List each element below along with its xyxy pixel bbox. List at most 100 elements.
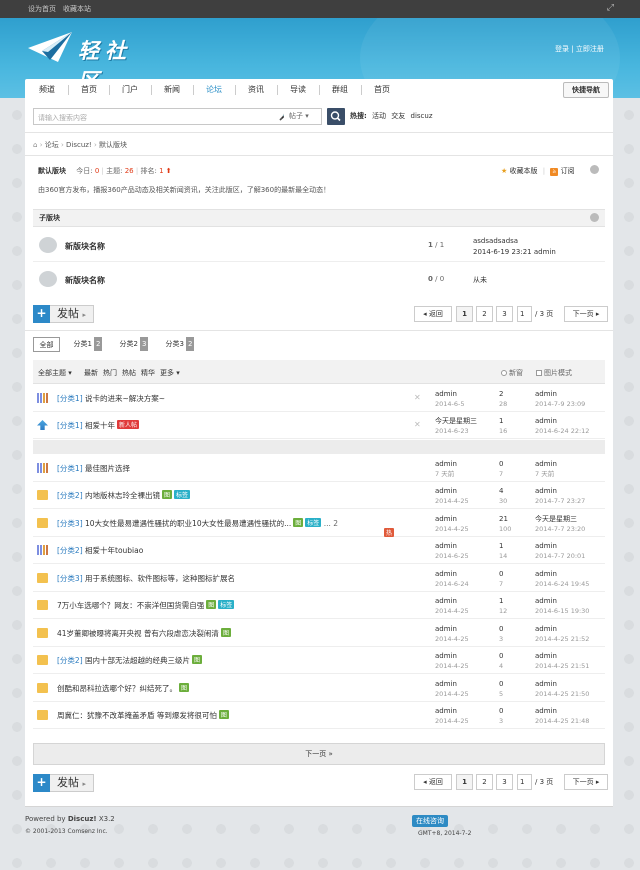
thread-last-post[interactable]: admin 2014-6-24 19:45 <box>535 569 589 589</box>
register-link[interactable]: 立即注册 <box>576 45 604 53</box>
thread-author[interactable]: admin 2014-4-25 <box>435 596 469 616</box>
thread-row[interactable]: 7万小车选哪个？网友：不崇洋但国货需自强图标签 admin 2014-4-25 1 12… <box>33 592 605 619</box>
close-icon[interactable]: ✕ <box>414 393 421 402</box>
thread-author[interactable]: admin 2014-6-25 <box>435 541 469 561</box>
thread-last-post[interactable]: admin 2014-7-9 23:09 <box>535 389 585 409</box>
favorite-forum-link[interactable]: 收藏本版 <box>510 167 538 175</box>
subforum-name[interactable]: 新版块名称 <box>65 241 105 252</box>
thread-title-text[interactable]: 相爱十年 <box>85 421 115 430</box>
thread-last-post[interactable]: admin 7 天前 <box>535 459 557 479</box>
thread-author[interactable]: admin 2014-4-25 <box>435 624 469 644</box>
online-consult-button[interactable]: 在线咨询 <box>412 815 448 827</box>
tab-all[interactable]: 全部 <box>33 337 60 352</box>
site-logo[interactable]: 轻社区 <box>28 32 158 93</box>
thread-author[interactable]: admin 2014-4-25 <box>435 651 469 671</box>
thread-page-links[interactable]: ... 2 <box>324 519 338 528</box>
thread-category[interactable]: [分类2] <box>57 491 83 500</box>
thread-title[interactable]: 41岁董卿被曝将离开央视 曾有六段虐恋决裂闹清图 <box>57 628 231 639</box>
pager-page[interactable]: 3 <box>496 306 513 322</box>
load-next-page-button[interactable]: 下一页 » <box>33 743 605 765</box>
bookmark-link[interactable]: 收藏本站 <box>63 4 91 14</box>
thread-last-post[interactable]: admin 2014-7-7 20:01 <box>535 541 585 561</box>
thread-category[interactable]: [分类3] <box>57 574 83 583</box>
pager-page[interactable]: 1 <box>456 774 473 790</box>
thread-row[interactable]: [分类1] 最佳图片选择 admin 7 天前 0 7 admin 7 天前 <box>33 455 605 482</box>
pager-page[interactable]: 3 <box>496 774 513 790</box>
nav-item-portal[interactable]: 门户 <box>112 79 148 101</box>
nav-item-info[interactable]: 资讯 <box>238 79 274 101</box>
subforum-row[interactable]: 新版块名称 1 / 1 asdsadsadsa 2014-6-19 23:21 a… <box>33 230 605 262</box>
new-post-button[interactable]: + 发帖 ▸ <box>33 305 94 323</box>
nav-item-news[interactable]: 新闻 <box>154 79 190 101</box>
thread-author[interactable]: admin 7 天前 <box>435 459 457 479</box>
thread-row[interactable]: [分类3] 10大女性最易遭遇性骚扰的职业10大女性最易遭遇性骚扰的... 热 图标… <box>33 510 605 537</box>
new-post-button[interactable]: + 发帖 ▸ <box>33 774 94 792</box>
login-link[interactable]: 登录 <box>555 45 569 53</box>
home-icon[interactable]: ⌂ <box>33 141 37 149</box>
thread-last-post[interactable]: admin 2014-6-24 22:12 <box>535 416 589 436</box>
thread-author[interactable]: admin 2014-6-24 <box>435 569 469 589</box>
thread-title-text[interactable]: 内地版林志玲全裸出镜 <box>85 491 160 500</box>
thread-title[interactable]: [分类3] 用于系统图标、软件图标等，这种图标扩展名 <box>57 573 235 584</box>
thread-title[interactable]: [分类2] 相爱十年toubiao <box>57 545 143 556</box>
thread-title[interactable]: [分类2] 内地版林志玲全裸出镜图标签 <box>57 490 191 501</box>
search-button[interactable] <box>327 108 345 125</box>
tab-category-2[interactable]: 分类2 3 <box>113 337 155 352</box>
thread-title-text[interactable]: 41岁董卿被曝将离开央视 曾有六段虐恋决裂闹清 <box>57 629 219 638</box>
new-window-checkbox[interactable]: 新窗 <box>501 368 523 378</box>
thread-last-post[interactable]: admin 2014-4-25 21:51 <box>535 651 589 671</box>
thread-row[interactable]: [分类1] 说卡的进来~解决方案~ ✕ admin 2014-6-5 2 28 admin 2… <box>33 385 605 412</box>
thread-last-post[interactable]: admin 2014-6-15 19:30 <box>535 596 589 616</box>
collapse-icon[interactable] <box>590 165 599 174</box>
pager-prev[interactable]: ◂ 返回 <box>414 774 452 790</box>
nav-item-guide[interactable]: 导读 <box>280 79 316 101</box>
hot-search-item[interactable]: discuz <box>411 112 433 120</box>
breadcrumb-item[interactable]: Discuz! <box>66 141 92 149</box>
thread-category[interactable]: [分类1] <box>57 464 83 473</box>
thread-row[interactable]: [分类2] 相爱十年toubiao admin 2014-6-25 1 14 admin 2… <box>33 537 605 564</box>
filter-digest[interactable]: 精华 <box>141 368 155 378</box>
pager-input[interactable]: 1 <box>517 774 532 790</box>
thread-author[interactable]: 今天是星期三 2014-6-23 <box>435 416 477 436</box>
pager-page[interactable]: 2 <box>476 306 493 322</box>
thread-title[interactable]: [分类2] 国内十部无法超越的经典三级片图 <box>57 655 203 666</box>
thread-title[interactable]: 创酷和昂科拉选哪个好？纠结死了。图 <box>57 683 190 694</box>
tab-category-1[interactable]: 分类1 2 <box>67 337 109 352</box>
subforum-name[interactable]: 新版块名称 <box>65 275 105 286</box>
thread-title-text[interactable]: 说卡的进来~解决方案~ <box>85 394 165 403</box>
search-type-select[interactable]: 帖子 ▾ <box>284 108 322 125</box>
subforum-row[interactable]: 新版块名称 0 / 0 从未 <box>33 264 605 296</box>
quick-nav-button[interactable]: 快捷导航 <box>563 82 609 98</box>
thread-category[interactable]: [分类2] <box>57 656 83 665</box>
filter-more-dropdown[interactable]: 更多 ▾ <box>160 368 180 378</box>
thread-title[interactable]: [分类3] 10大女性最易遭遇性骚扰的职业10大女性最易遭遇性骚扰的... 热 图标… <box>57 518 395 537</box>
thread-row[interactable]: 周冀仁：犹豫不改革掩盖矛盾 等到爆发将很可怕图 admin 2014-4-25 0 3 a… <box>33 702 605 729</box>
rss-link[interactable]: 订阅 <box>561 167 575 175</box>
filter-hot[interactable]: 热门 <box>103 368 117 378</box>
discuz-link[interactable]: Discuz! <box>68 815 97 823</box>
thread-author[interactable]: admin 2014-6-5 <box>435 389 465 409</box>
thread-title-text[interactable]: 最佳图片选择 <box>85 464 130 473</box>
nav-item-home[interactable]: 首页 <box>71 79 107 101</box>
thread-title-text[interactable]: 创酷和昂科拉选哪个好？纠结死了。 <box>57 684 177 693</box>
breadcrumb-item[interactable]: 论坛 <box>45 141 59 149</box>
thread-title-text[interactable]: 周冀仁：犹豫不改革掩盖矛盾 等到爆发将很可怕 <box>57 711 217 720</box>
pager-input[interactable]: 1 <box>517 306 532 322</box>
subforum-last-post[interactable]: asdsadsadsa 2014-6-19 23:21 admin <box>473 236 556 258</box>
thread-title[interactable]: [分类1] 最佳图片选择 <box>57 463 130 474</box>
tab-category-3[interactable]: 分类3 2 <box>159 337 201 352</box>
close-icon[interactable]: ✕ <box>414 420 421 429</box>
thread-title[interactable]: [分类1] 说卡的进来~解决方案~ <box>57 393 165 404</box>
filter-latest[interactable]: 最新 <box>84 368 98 378</box>
thread-row[interactable]: [分类2] 国内十部无法超越的经典三级片图 admin 2014-4-25 0 4 adm… <box>33 647 605 674</box>
thread-title[interactable]: [分类1] 相爱十年 新人帖 <box>57 420 140 431</box>
collapse-icon[interactable] <box>590 213 599 222</box>
thread-last-post[interactable]: 今天是星期三 2014-7-7 23:20 <box>535 514 585 534</box>
thread-title-text[interactable]: 10大女性最易遭遇性骚扰的职业10大女性最易遭遇性骚扰的... <box>85 519 291 528</box>
thread-last-post[interactable]: admin 2014-4-25 21:50 <box>535 679 589 699</box>
filter-hotspot[interactable]: 热帖 <box>122 368 136 378</box>
thread-last-post[interactable]: admin 2014-4-25 21:48 <box>535 706 589 726</box>
filter-all-dropdown[interactable]: 全部主题 ▾ <box>38 368 72 378</box>
pager-next[interactable]: 下一页 ▸ <box>564 306 608 322</box>
thread-category[interactable]: [分类2] <box>57 546 83 555</box>
